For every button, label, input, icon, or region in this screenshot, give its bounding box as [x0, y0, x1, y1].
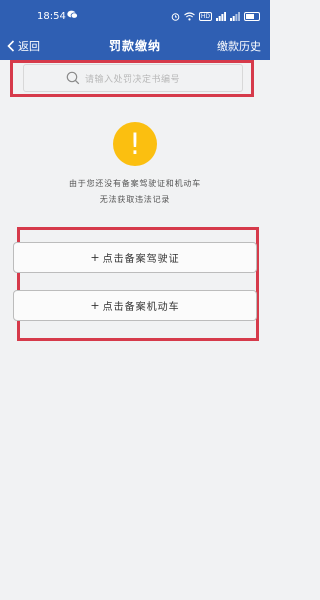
signal-icon — [216, 11, 226, 21]
penalty-number-search-input[interactable]: 请输入处罚决定书编号 — [23, 64, 243, 92]
network-badge: HD — [198, 11, 212, 21]
nav-bar: 返回 罚款缴纳 缴款历史 — [0, 33, 270, 60]
register-vehicle-button[interactable]: + 点击备案机动车 — [13, 290, 257, 321]
search-icon — [66, 71, 80, 85]
battery-icon — [244, 11, 260, 21]
warning-message-line2: 无法获取违法记录 — [99, 195, 171, 204]
register-vehicle-label: 点击备案机动车 — [102, 302, 180, 313]
plus-icon: + — [90, 299, 101, 312]
search-placeholder: 请输入处罚决定书编号 — [85, 74, 181, 85]
wechat-icon — [67, 10, 78, 19]
warning-message-line1: 由于您还没有备案驾驶证和机动车 — [69, 179, 201, 188]
payment-history-button[interactable]: 缴款历史 — [217, 38, 261, 54]
alarm-icon — [171, 12, 180, 21]
signal-icon-2 — [230, 11, 240, 21]
status-icons: HD — [171, 10, 260, 22]
register-license-label: 点击备案驾驶证 — [102, 254, 180, 265]
warning-icon: ! — [113, 122, 157, 166]
wifi-icon — [184, 11, 195, 20]
register-license-button[interactable]: + 点击备案驾驶证 — [13, 242, 257, 273]
status-time: 18:54 — [37, 11, 66, 22]
plus-icon: + — [90, 251, 101, 264]
status-bar: 18:54 HD — [0, 0, 270, 33]
warning-glyph: ! — [129, 127, 141, 161]
